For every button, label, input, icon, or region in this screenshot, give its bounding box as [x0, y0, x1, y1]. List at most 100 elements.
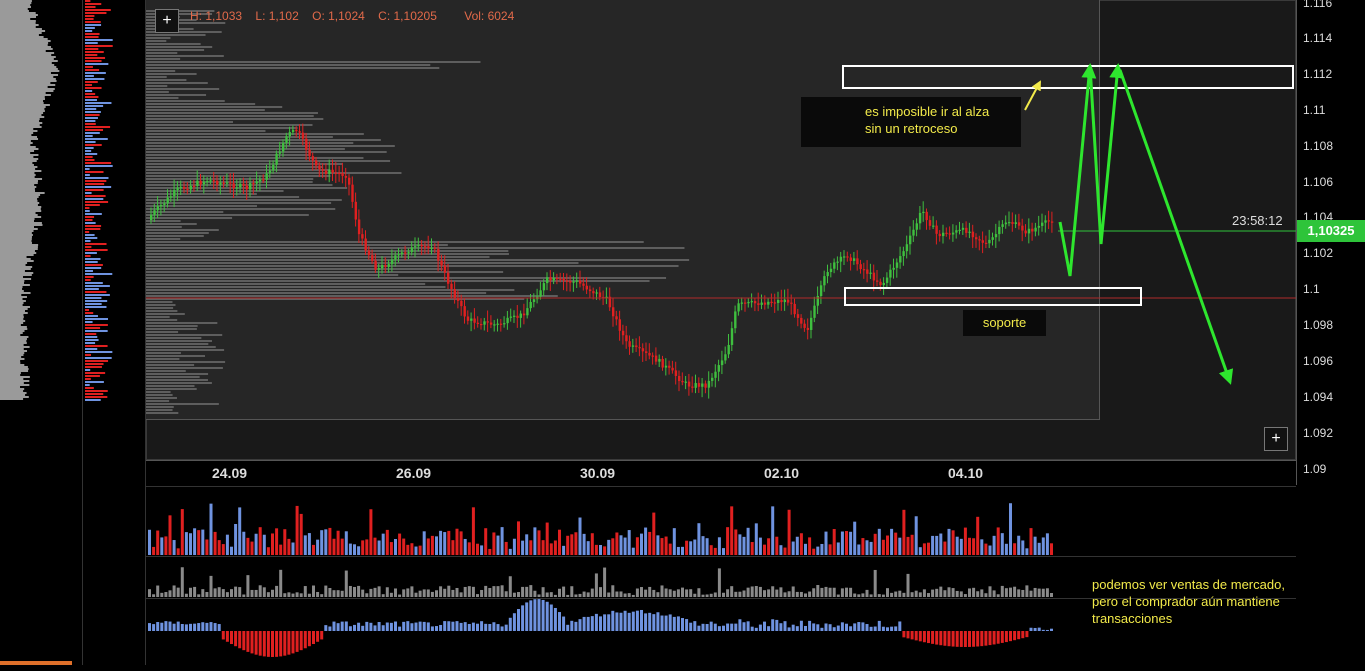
candle-body: [196, 180, 199, 187]
time-axis[interactable]: 24.09 26.09 30.09 02.10 04.10: [146, 460, 1296, 486]
volume-bar: [172, 540, 176, 555]
delta-bar: [549, 604, 553, 631]
profile-row: [0, 310, 25, 312]
candle-body: [381, 265, 384, 269]
add-pane-button[interactable]: +: [1264, 427, 1288, 451]
ladder-row: [85, 207, 90, 209]
profile-row: [0, 290, 24, 292]
cumulative-bar: [590, 588, 594, 597]
profile-row: [0, 142, 33, 144]
candle-body: [889, 269, 892, 278]
ladder-row: [85, 129, 104, 131]
scroll-indicator[interactable]: [0, 661, 72, 665]
volume-bar: [525, 534, 529, 555]
volume-bar: [906, 536, 910, 555]
price-axis[interactable]: 1.116 1.114 1.112 1.11 1.108 1.106 1.104…: [1296, 0, 1365, 485]
add-indicator-button[interactable]: +: [155, 9, 179, 33]
profile-row: [0, 186, 37, 188]
cumulative-bar: [307, 593, 311, 597]
ladder-row: [85, 105, 104, 107]
candle-body: [199, 180, 202, 185]
candle-body: [450, 283, 453, 290]
support-note[interactable]: soporte: [963, 310, 1046, 336]
ladder-row: [85, 300, 108, 302]
profile-row: [0, 340, 27, 342]
candle-body: [493, 324, 496, 326]
delta-bar: [316, 631, 320, 642]
candle-body: [852, 258, 856, 261]
cumulative-bar: [918, 592, 922, 597]
cumulative-bar: [398, 594, 402, 597]
price-tick: 1.102: [1303, 246, 1334, 260]
volume-bar: [316, 539, 320, 555]
resistance-note[interactable]: es imposible ir al alza sin un retroceso: [801, 97, 1021, 147]
candle-body: [819, 285, 823, 297]
ladder-row: [85, 345, 108, 347]
volume-pane[interactable]: [146, 486, 1296, 557]
cumulative-bar: [808, 591, 812, 597]
cumulative-bar: [898, 590, 902, 597]
ladder-row: [85, 132, 100, 134]
delta-bar: [172, 623, 176, 631]
candle-body: [730, 328, 734, 345]
profile-row: [0, 324, 21, 326]
candle-body: [219, 182, 222, 185]
candle-body: [542, 283, 546, 291]
cumulative-bar: [225, 592, 229, 597]
delta-bar: [184, 624, 188, 631]
profile-row: [0, 146, 36, 148]
delta-bar: [484, 623, 488, 631]
delta-bar: [586, 616, 590, 631]
candle-body: [150, 214, 153, 220]
volume-profile-sidebar: [0, 0, 80, 665]
delta-bar: [582, 616, 586, 631]
candle-body: [486, 321, 489, 323]
volume-bar: [832, 529, 836, 555]
candle-body: [859, 264, 862, 270]
volume-bar: [939, 533, 943, 555]
volume-bar: [968, 537, 971, 555]
delta-bar: [869, 626, 873, 631]
profile-row: [0, 78, 56, 80]
ladder-row: [85, 36, 99, 38]
cumulative-bar: [611, 585, 615, 597]
cumulative-bar: [795, 591, 799, 597]
cumulative-bar: [910, 592, 914, 597]
candle-body: [239, 183, 242, 188]
candle-body: [856, 258, 859, 265]
cumulative-bar: [619, 591, 623, 597]
candle-body: [427, 246, 430, 249]
candle-body: [552, 277, 555, 281]
profile-row: [0, 56, 56, 58]
delta-bar: [1029, 627, 1033, 631]
ladder-row: [85, 360, 109, 362]
delta-bar: [266, 631, 270, 657]
delta-bar: [197, 623, 201, 631]
candle-body: [186, 188, 189, 190]
candle-body: [592, 291, 595, 294]
profile-row: [0, 248, 38, 250]
ladder-row: [85, 273, 113, 275]
ladder-row: [85, 12, 107, 14]
volume-bar: [1017, 535, 1021, 555]
delta-note[interactable]: podemos ver ventas de mercado, pero el c…: [1092, 576, 1332, 627]
volume-bar: [307, 533, 311, 555]
delta-bar: [644, 613, 648, 631]
profile-row: [0, 208, 41, 210]
volume-bar: [845, 531, 848, 555]
profile-row: [0, 364, 25, 366]
cumulative-bar: [742, 590, 746, 597]
volume-bar: [213, 531, 217, 555]
profile-row: [0, 266, 33, 268]
candle-body: [387, 264, 390, 267]
delta-bar: [672, 616, 676, 631]
candle-body: [813, 305, 816, 318]
candle-body: [503, 323, 506, 325]
delta-bar: [886, 627, 889, 631]
ladder-row: [85, 168, 90, 170]
volume-bar: [865, 540, 869, 555]
candle-body: [628, 341, 631, 347]
candle-body: [978, 239, 981, 241]
ladder-row: [85, 87, 102, 89]
delta-bar: [713, 623, 717, 631]
